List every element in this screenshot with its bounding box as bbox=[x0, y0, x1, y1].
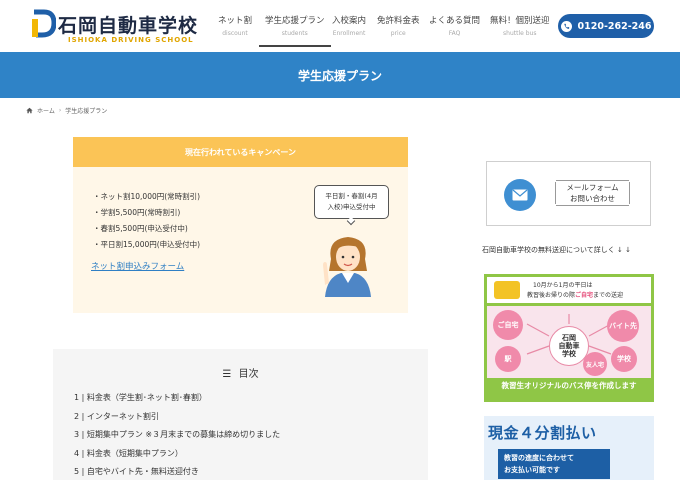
shuttle-route-map: ご自宅 駅 バイト先 学校 友人宅 石岡 自動車 学校 bbox=[487, 306, 651, 378]
nav-item-students[interactable]: 学生応援プラン students bbox=[259, 14, 330, 47]
nav-sublabel: shuttle bus bbox=[503, 30, 537, 37]
nav-item-price[interactable]: 免許料金表 price bbox=[377, 14, 420, 37]
site-header: 石岡自動車学校 ISHIOKA DRIVING SCHOOL ネット割 disc… bbox=[0, 0, 680, 52]
bus-icon bbox=[494, 281, 520, 299]
cash-installment-banner[interactable]: 現金４分割払い 教習の進度に合わせて お支払い可能です bbox=[484, 416, 654, 480]
cash-banner-line: 教習の進度に合わせて bbox=[504, 454, 574, 462]
nav-sublabel: students bbox=[281, 30, 308, 37]
toc-title[interactable]: ☰ 目次 bbox=[53, 365, 428, 380]
nav-label: ネット割 bbox=[218, 16, 253, 26]
logo-title: 石岡自動車学校 bbox=[58, 15, 199, 37]
nav-sublabel: Enrollment bbox=[332, 30, 366, 37]
list-item: ・ネット割10,000円(常時割引) bbox=[93, 192, 201, 201]
route-node: ご自宅 bbox=[493, 310, 523, 340]
nav-label: 無料！個別送迎 bbox=[490, 16, 550, 26]
route-node: バイト先 bbox=[607, 310, 639, 342]
toc-item[interactable]: 1 | 料金表（学生割･ネット割･春割） bbox=[74, 389, 280, 408]
phone-icon bbox=[560, 20, 572, 32]
mail-form-button[interactable]: メールフォーム お問い合わせ bbox=[486, 161, 651, 226]
mail-icon-circle bbox=[504, 179, 536, 211]
toc-item[interactable]: 3 | 短期集中プラン ※３月末までの募集は締め切りました bbox=[74, 426, 280, 445]
logo-mark-icon bbox=[32, 9, 56, 38]
staff-illustration bbox=[323, 237, 371, 297]
nav-label: 入校案内 bbox=[332, 16, 367, 26]
nav-item-discount[interactable]: ネット割 discount bbox=[218, 14, 252, 37]
page-title-band: 学生応援プラン bbox=[0, 52, 680, 98]
list-item: ・春割5,500円(申込受付中) bbox=[93, 224, 188, 233]
nav-sublabel: discount bbox=[222, 30, 248, 37]
nav-sublabel: FAQ bbox=[448, 30, 461, 37]
bus-banner-line: 教習後お帰りの際ご自宅までの送迎 bbox=[527, 290, 623, 299]
home-icon bbox=[26, 107, 33, 114]
bubble-line: 入校)申込受付中 bbox=[327, 203, 376, 211]
route-node: 学校 bbox=[611, 346, 637, 372]
table-of-contents: ☰ 目次 1 | 料金表（学生割･ネット割･春割） 2 | インターネット割引 … bbox=[53, 349, 428, 480]
phone-number: 0120-262-246 bbox=[577, 20, 652, 32]
bus-banner-header: 10月から1月の平日は 教習後お帰りの際ご自宅までの送迎 bbox=[487, 277, 651, 303]
campaign-box: 現在行われているキャンペーン ・ネット割10,000円(常時割引) ・学割5,5… bbox=[73, 137, 408, 313]
toc-title-label: 目次 bbox=[238, 369, 259, 380]
site-logo[interactable]: 石岡自動車学校 ISHIOKA DRIVING SCHOOL bbox=[30, 8, 200, 46]
list-item: ・学割5,500円(常時割引) bbox=[93, 208, 181, 217]
bus-banner-caption: 教習生オリジナルのバス停を作成します bbox=[501, 381, 637, 390]
shuttle-note: 石岡自動車学校の無料送迎について詳しく ↓ ↓ bbox=[482, 246, 631, 254]
toc-item[interactable]: 2 | インターネット割引 bbox=[74, 408, 280, 427]
bus-banner-text: 教習後お帰りの際 bbox=[527, 292, 576, 299]
route-node-school: 石岡 自動車 学校 bbox=[549, 326, 589, 366]
breadcrumb: ホーム › 学生応援プラン bbox=[26, 106, 107, 115]
toc-list: 1 | 料金表（学生割･ネット割･春割） 2 | インターネット割引 3 | 短… bbox=[74, 389, 280, 480]
bubble-line: 平日割・春割(4月 bbox=[325, 192, 378, 200]
toc-item[interactable]: 4 | 料金表（短期集中プラン） bbox=[74, 445, 280, 464]
nav-item-faq[interactable]: よくある質問 FAQ bbox=[429, 14, 480, 37]
breadcrumb-home-link[interactable]: ホーム bbox=[37, 106, 55, 115]
route-node: 駅 bbox=[495, 346, 521, 372]
bus-banner-emphasis: ご自宅 bbox=[575, 292, 594, 299]
cash-banner-subtitle: 教習の進度に合わせて お支払い可能です bbox=[498, 449, 610, 479]
campaign-list: ・ネット割10,000円(常時割引) ・学割5,500円(常時割引) ・春割5,… bbox=[93, 189, 200, 253]
mail-form-label: メールフォーム お問い合わせ bbox=[555, 180, 630, 206]
nav-label: 学生応援プラン bbox=[265, 16, 325, 26]
list-item: ・平日割15,000円(申込受付中) bbox=[93, 240, 201, 249]
shuttle-bus-banner[interactable]: 10月から1月の平日は 教習後お帰りの際ご自宅までの送迎 ご自宅 駅 バイト先 … bbox=[484, 274, 654, 402]
speech-bubble: 平日割・春割(4月 入校)申込受付中 bbox=[314, 185, 389, 219]
nav-label: よくある質問 bbox=[429, 16, 481, 26]
phone-button[interactable]: 0120-262-246 bbox=[558, 14, 654, 38]
page-title: 学生応援プラン bbox=[297, 68, 382, 83]
list-icon: ☰ bbox=[222, 369, 232, 380]
nav-item-shuttle[interactable]: 無料！個別送迎 shuttle bus bbox=[490, 14, 550, 37]
mail-icon bbox=[512, 189, 528, 201]
cash-banner-line: お支払い可能です bbox=[504, 466, 560, 474]
nav-label: 免許料金表 bbox=[377, 16, 420, 26]
chevron-right-icon: › bbox=[58, 107, 62, 114]
bus-banner-text: までの送迎 bbox=[593, 292, 624, 299]
bus-banner-line: 10月から1月の平日は bbox=[533, 282, 593, 289]
nav-sublabel: price bbox=[390, 30, 406, 37]
breadcrumb-current: 学生応援プラン bbox=[65, 108, 108, 115]
net-discount-form-link[interactable]: ネット割申込みフォーム bbox=[91, 260, 184, 272]
mail-form-line: メールフォーム bbox=[566, 183, 619, 192]
logo-subtitle: ISHIOKA DRIVING SCHOOL bbox=[68, 36, 194, 44]
campaign-heading: 現在行われているキャンペーン bbox=[73, 137, 408, 167]
toc-item[interactable]: 5 | 自宅やバイト先・無料送迎付き bbox=[74, 463, 280, 480]
cash-banner-title: 現金４分割払い bbox=[488, 424, 597, 442]
route-node: 友人宅 bbox=[583, 352, 607, 376]
nav-item-enrollment[interactable]: 入校案内 Enrollment bbox=[332, 14, 366, 37]
mail-form-line: お問い合わせ bbox=[570, 194, 615, 203]
